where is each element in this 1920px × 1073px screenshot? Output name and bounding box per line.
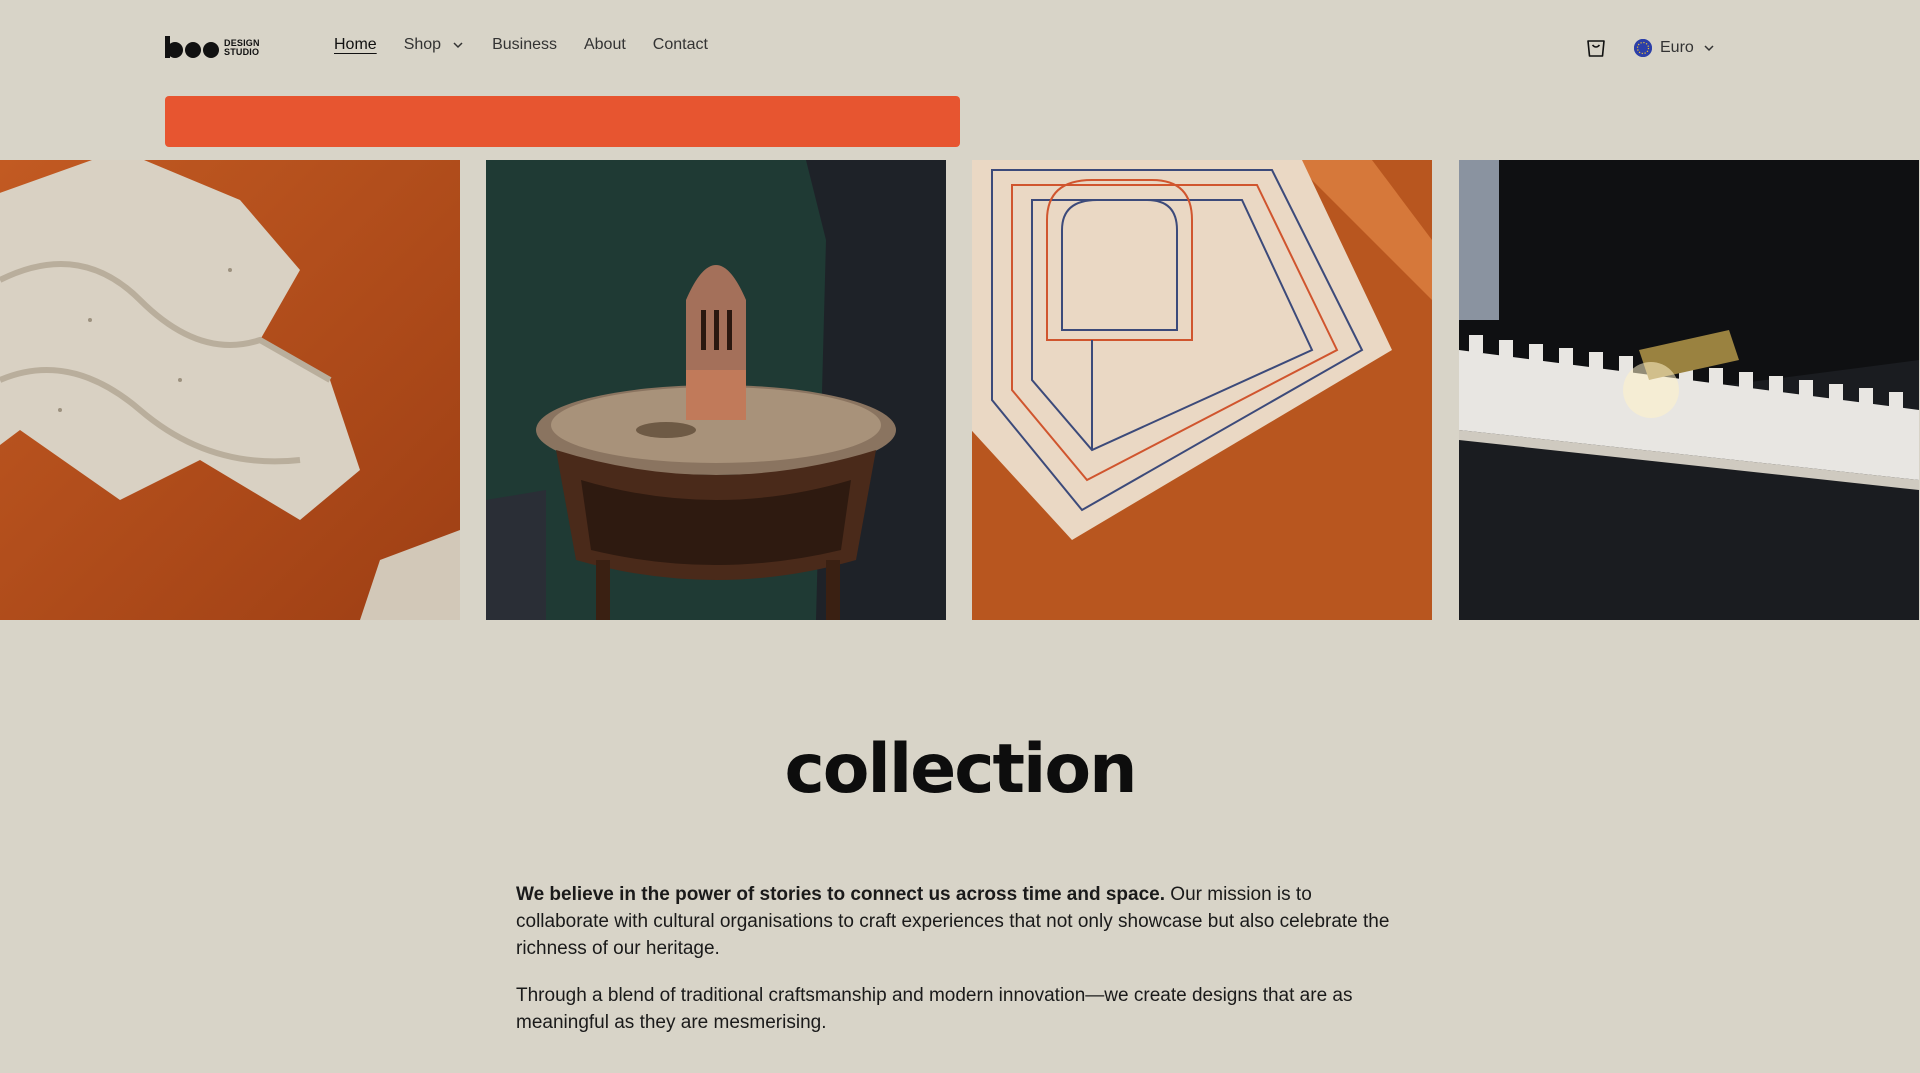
chevron-down-icon	[453, 42, 463, 49]
main-nav: Home Shop Business About Contact	[334, 36, 735, 54]
brand-logo[interactable]: DESIGN STUDIO	[165, 36, 260, 60]
nav-item-shop[interactable]: Shop	[404, 36, 465, 54]
site-header: DESIGN STUDIO Home Shop Business About C…	[0, 0, 1920, 96]
nav-item-shop-label: Shop	[403, 36, 442, 53]
nav-item-contact[interactable]: Contact	[653, 36, 708, 54]
announcement-banner[interactable]	[165, 96, 960, 147]
boo-logo-mark	[165, 36, 220, 60]
cart-icon	[1587, 40, 1605, 57]
incense-burner-image[interactable]	[486, 160, 946, 620]
cart-button[interactable]	[1584, 36, 1608, 60]
second-paragraph: Through a blend of traditional craftsman…	[516, 985, 1353, 1033]
nav-item-about[interactable]: About	[584, 36, 626, 54]
currency-label: Euro	[1660, 39, 1694, 56]
intro-bold: We believe in the power of stories to co…	[516, 884, 1166, 905]
nav-item-home[interactable]: Home	[334, 36, 377, 54]
embroidered-rug-image[interactable]	[972, 160, 1432, 620]
collection-description: We believe in the power of stories to co…	[516, 881, 1406, 1056]
chevron-down-icon	[1704, 45, 1714, 52]
advent-calendar-image[interactable]	[1459, 160, 1919, 620]
logo-line-studio: STUDIO	[224, 47, 260, 57]
logo-text: DESIGN STUDIO	[224, 39, 260, 57]
currency-selector[interactable]: Euro	[1634, 36, 1716, 60]
page: DESIGN STUDIO Home Shop Business About C…	[0, 0, 1920, 1073]
intro-paragraph: We believe in the power of stories to co…	[516, 881, 1406, 962]
collection-title: collection	[784, 730, 1137, 809]
product-gallery	[0, 160, 1920, 620]
eu-flag-icon	[1634, 39, 1652, 57]
travertine-tray-image[interactable]	[0, 160, 460, 620]
nav-item-business[interactable]: Business	[492, 36, 557, 54]
